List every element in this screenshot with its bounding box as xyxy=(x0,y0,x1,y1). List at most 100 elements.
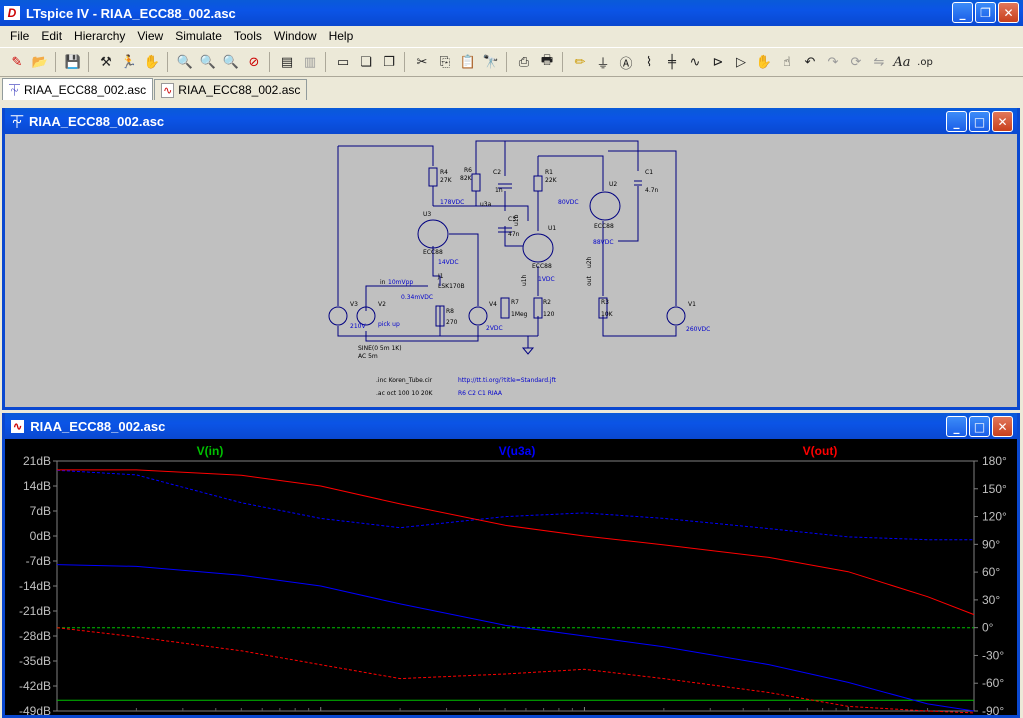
menu-help[interactable]: Help xyxy=(323,29,360,43)
resistor-icon[interactable]: ⌇ xyxy=(638,51,660,73)
minimize-button[interactable]: _ xyxy=(952,2,973,23)
document-tabs: ⏇ RIAA_ECC88_002.asc ∿ RIAA_ECC88_002.as… xyxy=(0,78,1023,100)
save-icon[interactable]: 💾 xyxy=(62,51,84,73)
restore-button[interactable]: ❐ xyxy=(975,2,996,23)
label-u2h: u2h xyxy=(586,256,593,268)
y-right-tick-label: 60° xyxy=(982,565,1000,579)
label-v1: V1 xyxy=(688,301,696,308)
zoom-fit-icon[interactable]: ⊘ xyxy=(243,51,265,73)
pan-icon[interactable]: 🔍 xyxy=(197,51,219,73)
label-u2tube: ECC88 xyxy=(594,223,614,230)
schematic-title: RIAA_ECC88_002.asc xyxy=(29,113,165,129)
menu-window[interactable]: Window xyxy=(268,29,323,43)
toolbar-separator xyxy=(167,52,173,72)
label-r6: R6 xyxy=(464,167,472,174)
diode-icon[interactable]: ⊳ xyxy=(707,51,729,73)
label-r2: R2 xyxy=(543,299,551,306)
autorange-icon[interactable]: ▤ xyxy=(276,51,298,73)
legend-trace-0[interactable]: V(in) xyxy=(197,444,224,458)
plot-pane[interactable]: V(in) V(u3a) V(out) 21dB 14dB 7dB 0dB -7dB -14d… xyxy=(5,439,1017,718)
rotate-icon[interactable]: ⟳ xyxy=(845,51,867,73)
trace-vout-magnitude[interactable] xyxy=(57,469,975,616)
label-ac-directive: .ac oct 100 10 20K xyxy=(376,390,434,397)
waveform-minimize-button[interactable]: _ xyxy=(946,416,967,437)
legend-trace-2[interactable]: V(out) xyxy=(803,444,838,458)
label-u1tube: ECC88 xyxy=(532,263,552,270)
label-net-icon[interactable]: Ⓐ xyxy=(615,51,637,73)
plot-traces xyxy=(56,469,975,714)
close-button[interactable]: ✕ xyxy=(998,2,1019,23)
open-folder-icon[interactable]: 📂 xyxy=(29,51,51,73)
menu-hierarchy[interactable]: Hierarchy xyxy=(68,29,131,43)
zoom-in-icon[interactable]: 🔍 xyxy=(174,51,196,73)
copy-icon[interactable]: ⎘ xyxy=(434,51,456,73)
fft-icon[interactable]: ▥ xyxy=(299,51,321,73)
mirror-icon[interactable]: ⇋ xyxy=(868,51,890,73)
label-j1v: LSK170B xyxy=(438,283,465,290)
tab-schematic[interactable]: ⏇ RIAA_ECC88_002.asc xyxy=(2,78,154,100)
waveform-close-button[interactable]: ✕ xyxy=(992,416,1013,437)
schematic-title-bar[interactable]: ⏇ RIAA_ECC88_002.asc _ □ ✕ xyxy=(5,108,1017,134)
label-v034: 0.34mVDC xyxy=(401,294,433,301)
inductor-icon[interactable]: ∿ xyxy=(684,51,706,73)
schematic-minimize-button[interactable]: _ xyxy=(946,111,967,132)
run-icon[interactable]: 🏃 xyxy=(118,51,140,73)
schematic-close-button[interactable]: ✕ xyxy=(992,111,1013,132)
redo-icon[interactable]: ↷ xyxy=(822,51,844,73)
menu-edit[interactable]: Edit xyxy=(35,29,68,43)
tab-label: RIAA_ECC88_002.asc xyxy=(178,83,301,97)
toolbar-separator xyxy=(506,52,512,72)
drag-icon[interactable]: ☝ xyxy=(776,51,798,73)
control-panel-icon[interactable]: ⚒ xyxy=(95,51,117,73)
waveform-title-bar[interactable]: ∿ RIAA_ECC88_002.asc _ □ ✕ xyxy=(5,413,1017,439)
menu-simulate[interactable]: Simulate xyxy=(169,29,228,43)
app-title-bar[interactable]: D LTspice IV - RIAA_ECC88_002.asc _ ❐ ✕ xyxy=(0,0,1023,26)
y-axis-right: 180° 150° 120° 90° 60° 30° 0° -30° -60° -90° xyxy=(974,454,1007,718)
menu-view[interactable]: View xyxy=(131,29,169,43)
schematic-canvas[interactable]: R4 27K R6 82K C2 1n R1 22K U2 C1 4.7n 17… xyxy=(8,136,1014,404)
spice-directive-icon[interactable]: .op xyxy=(914,51,936,73)
menu-tools[interactable]: Tools xyxy=(228,29,268,43)
tile-horizontal-icon[interactable]: ▭ xyxy=(332,51,354,73)
y-right-tick-label: -90° xyxy=(982,704,1004,715)
new-schematic-icon[interactable]: ✎ xyxy=(6,51,28,73)
label-v3: V3 xyxy=(350,301,358,308)
label-r4: R4 xyxy=(440,169,448,176)
schematic-icon: ⏇ xyxy=(11,114,24,129)
cut-icon[interactable]: ✂ xyxy=(411,51,433,73)
cascade-icon[interactable]: ❏ xyxy=(355,51,377,73)
toolbar-separator xyxy=(269,52,275,72)
wire-icon[interactable]: ✏ xyxy=(569,51,591,73)
bode-plot: V(in) V(u3a) V(out) 21dB 14dB 7dB 0dB -7dB -14d… xyxy=(19,444,1007,718)
paste-icon[interactable]: 📋 xyxy=(457,51,479,73)
app-title: LTspice IV - RIAA_ECC88_002.asc xyxy=(26,5,236,21)
tab-waveform[interactable]: ∿ RIAA_ECC88_002.asc xyxy=(154,79,308,100)
legend-trace-1[interactable]: V(u3a) xyxy=(499,444,536,458)
halt-icon[interactable]: ✋ xyxy=(141,51,163,73)
tile-vertical-icon[interactable]: ❐ xyxy=(378,51,400,73)
print-preview-icon[interactable]: ⎙ xyxy=(513,51,535,73)
label-out: out xyxy=(586,276,593,286)
text-icon[interactable]: Aa xyxy=(891,51,913,73)
undo-icon[interactable]: ↶ xyxy=(799,51,821,73)
menu-bar: File Edit Hierarchy View Simulate Tools … xyxy=(0,26,1023,46)
capacitor-icon[interactable]: ╪ xyxy=(661,51,683,73)
find-icon[interactable]: 🔭 xyxy=(480,51,502,73)
label-v80: 80VDC xyxy=(558,199,579,206)
component-icon[interactable]: ▷ xyxy=(730,51,752,73)
trace-vu3a-phase[interactable] xyxy=(56,469,974,541)
ground-icon[interactable]: ⏚ xyxy=(592,51,614,73)
zoom-out-icon[interactable]: 🔍 xyxy=(220,51,242,73)
waveform-maximize-button[interactable]: □ xyxy=(969,416,990,437)
schematic-maximize-button[interactable]: □ xyxy=(969,111,990,132)
label-inc: .inc Koren_Tube.cir xyxy=(376,377,433,384)
y-right-tick-label: 120° xyxy=(982,510,1007,524)
move-icon[interactable]: ✋ xyxy=(753,51,775,73)
label-u1b: u1b xyxy=(513,214,520,226)
menu-file[interactable]: File xyxy=(4,29,35,43)
trace-vu3a-magnitude[interactable] xyxy=(56,564,975,712)
y-left-tick-label: -21dB xyxy=(19,604,51,618)
print-icon[interactable]: 🖶 xyxy=(536,51,558,73)
label-u3: U3 xyxy=(423,211,431,218)
label-c3v: 47n xyxy=(508,231,520,238)
